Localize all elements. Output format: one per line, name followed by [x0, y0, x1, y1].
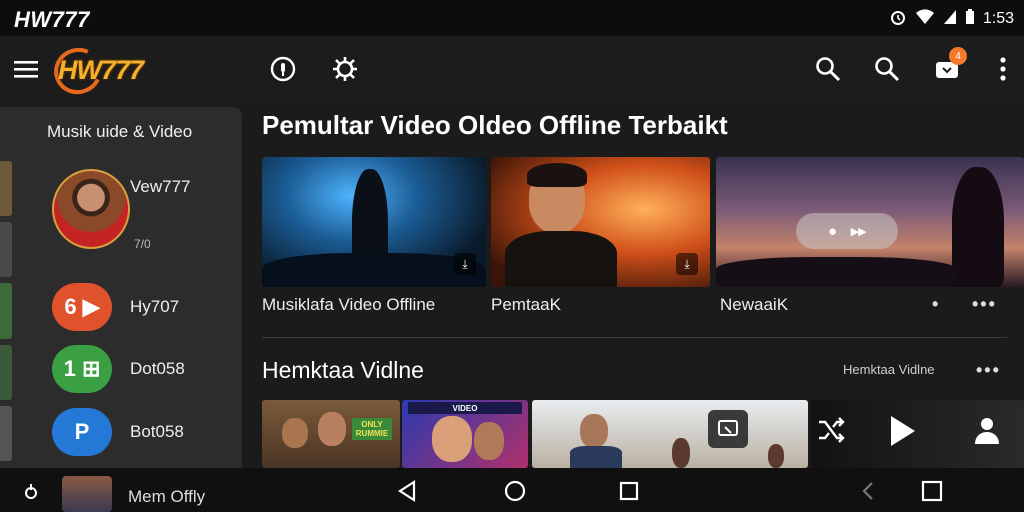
sidebar-edge-thumbnails	[0, 161, 12, 462]
video-card-label: Musiklafa Video Offline	[262, 295, 436, 314]
section-more-options-icon[interactable]: •••	[976, 360, 1001, 381]
see-all-link[interactable]: Hemktaa Vidlne	[843, 362, 935, 377]
now-playing-title[interactable]: Mem Offly	[128, 487, 205, 507]
sidebar: Musik uide & Video Vew777 7/0 6 ▶ Hy707 …	[0, 107, 242, 468]
card-more-options-icon[interactable]: •••	[972, 294, 997, 315]
app-logo[interactable]: HW777	[47, 41, 144, 101]
alarm-icon	[889, 8, 907, 29]
user-icon[interactable]	[971, 414, 1003, 451]
more-options-icon[interactable]	[987, 53, 1019, 85]
now-playing-thumbnail[interactable]	[62, 476, 112, 512]
profile-avatar	[52, 169, 130, 249]
sidebar-item-label: Bot058	[130, 422, 184, 441]
search-icon[interactable]	[812, 53, 844, 85]
notification-badge: 4	[949, 47, 967, 65]
back-icon[interactable]	[394, 478, 420, 504]
crowd-silhouette	[716, 257, 956, 287]
status-icons: 1:53	[889, 8, 1014, 29]
poster-figure	[570, 446, 622, 468]
singer-body	[505, 231, 617, 287]
battery-icon	[965, 9, 975, 28]
video-card-label: NewaaiK	[720, 295, 789, 314]
guitarist-silhouette	[952, 167, 1004, 287]
section-title-offline: Pemultar Video Oldeo Offline Terbaikt	[262, 110, 728, 140]
shuffle-icon[interactable]	[817, 416, 845, 449]
poster-face	[318, 412, 346, 446]
poster-card-family[interactable]: VIDEO	[402, 400, 528, 468]
search-secondary-icon[interactable]	[871, 53, 903, 85]
recents-icon[interactable]	[616, 478, 642, 504]
settings-icon[interactable]	[329, 53, 361, 85]
video-card-label: PemtaaK	[491, 295, 561, 314]
poster-figure	[672, 438, 690, 468]
sidebar-item-label: Hy707	[130, 297, 180, 316]
home-icon[interactable]	[502, 478, 528, 504]
edge-thumbnail[interactable]	[0, 161, 12, 217]
player-controls-card	[811, 400, 1024, 468]
download-icon[interactable]: ⤓	[454, 253, 476, 275]
square-icon[interactable]	[919, 478, 945, 504]
video-card-singer[interactable]: ⤓	[491, 157, 710, 287]
signal-icon	[943, 9, 957, 28]
edge-thumbnail[interactable]	[0, 344, 12, 400]
video-card-guitarist[interactable]: ● ▸▸	[716, 157, 1024, 287]
section-title-recent: Hemktaa Vidlne	[262, 357, 424, 383]
menu-icon[interactable]	[10, 53, 42, 85]
logo-text: HW777	[58, 54, 144, 85]
sidebar-item-avatar: 6 ▶	[52, 283, 112, 331]
mic-icon[interactable]	[267, 53, 299, 85]
play-icon[interactable]	[887, 414, 917, 453]
skip-next-icon[interactable]: ▸▸	[851, 222, 866, 240]
status-bar-title: HW777	[14, 7, 90, 32]
notifications-icon[interactable]: 4	[932, 47, 967, 85]
sidebar-profile[interactable]	[52, 169, 130, 249]
app-bar: HW777 4	[0, 36, 1024, 104]
sidebar-item-bot058[interactable]: P Bot058	[52, 408, 184, 456]
edge-thumbnail[interactable]	[0, 283, 12, 339]
poster-face	[580, 414, 608, 448]
section-divider	[262, 337, 1007, 338]
edge-thumbnail[interactable]	[0, 222, 12, 278]
poster-card-comedy[interactable]: ONLY RUMMIE	[262, 400, 400, 468]
poster-face	[474, 422, 504, 460]
sidebar-heading: Musik uide & Video	[47, 122, 193, 141]
status-bar: HW777 1:53	[0, 0, 1024, 36]
singer-hair	[527, 163, 587, 187]
sidebar-item-label: Dot058	[130, 359, 185, 378]
clock-text: 1:53	[982, 9, 1014, 27]
sidebar-item-dot058[interactable]: 1 ⊞ Dot058	[52, 345, 185, 393]
profile-name: Vew777	[130, 177, 191, 196]
poster-face	[432, 416, 472, 462]
mini-player-icon[interactable]	[18, 478, 44, 504]
record-icon[interactable]: ●	[828, 223, 837, 240]
poster-face	[282, 418, 308, 448]
download-icon[interactable]: ⤓	[676, 253, 698, 275]
poster-card-drama[interactable]	[532, 400, 808, 468]
edge-thumbnail[interactable]	[0, 405, 12, 462]
app-window: HW777 1:53 HW777 4 Musik uide & Video Ve…	[0, 0, 1024, 512]
poster-figure	[768, 444, 784, 468]
video-card-concert[interactable]: ⤓	[262, 157, 486, 287]
crowd-silhouette	[262, 253, 486, 287]
profile-subtext: 7/0	[134, 237, 151, 251]
sidebar-item-hy707[interactable]: 6 ▶ Hy707	[52, 283, 179, 331]
sidebar-item-avatar: 1 ⊞	[52, 345, 112, 393]
poster-title: VIDEO	[408, 402, 522, 414]
poster-title: ONLY RUMMIE	[352, 418, 392, 440]
sidebar-item-avatar: P	[52, 408, 112, 456]
wifi-icon	[915, 9, 935, 28]
collapse-icon[interactable]	[855, 478, 881, 504]
cast-screen-icon[interactable]	[708, 410, 748, 448]
card-more-options-icon[interactable]: •	[932, 294, 940, 315]
playback-control-pill[interactable]: ● ▸▸	[796, 213, 898, 249]
